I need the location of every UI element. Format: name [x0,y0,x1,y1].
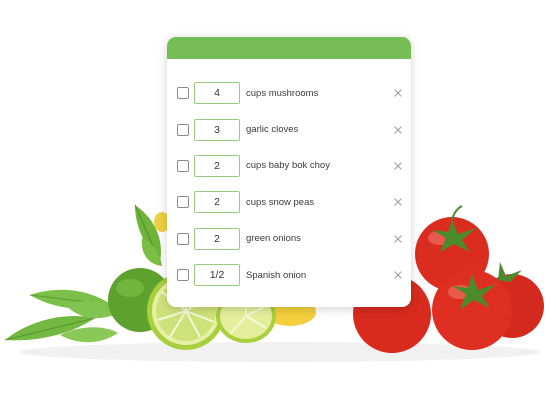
ingredient-row: 2 cups baby bok choy [167,148,411,184]
ingredient-list: 4 cups mushrooms 3 garlic cloves 2 cups … [167,59,411,293]
ingredient-label: Spanish onion [246,269,307,281]
ingredient-row: 4 cups mushrooms [167,75,411,111]
quantity-field[interactable]: 1/2 [194,264,240,287]
ingredient-label: cups mushrooms [246,87,319,99]
close-icon[interactable] [393,125,403,135]
quantity-field[interactable]: 2 [194,154,240,177]
checkbox-icon[interactable] [177,123,189,136]
ingredient-row: 2 cups snow peas [167,184,411,220]
close-icon[interactable] [393,197,403,207]
close-icon[interactable] [393,161,403,171]
quantity-field[interactable]: 3 [194,118,240,141]
quantity-field[interactable]: 2 [194,227,240,250]
checkbox-icon[interactable] [177,232,189,245]
checkbox-icon[interactable] [177,269,189,282]
quantity-field[interactable]: 4 [194,82,240,105]
checkbox-icon[interactable] [177,87,189,100]
ingredient-label: garlic cloves [246,124,299,136]
close-icon[interactable] [393,88,403,98]
ingredient-list-panel: 4 cups mushrooms 3 garlic cloves 2 cups … [167,37,411,307]
quantity-field[interactable]: 2 [194,191,240,214]
checkbox-icon[interactable] [177,196,189,209]
ingredient-row: 3 garlic cloves [167,111,411,147]
ingredient-label: cups snow peas [246,196,315,208]
checkbox-icon[interactable] [177,159,189,172]
panel-header-bar [167,37,411,59]
ingredient-row: 1/2 Spanish onion [167,257,411,293]
close-icon[interactable] [393,234,403,244]
close-icon[interactable] [393,270,403,280]
ingredient-row: 2 green onions [167,221,411,257]
ingredient-label: green onions [246,233,301,245]
ingredient-label: cups baby bok choy [246,160,330,172]
